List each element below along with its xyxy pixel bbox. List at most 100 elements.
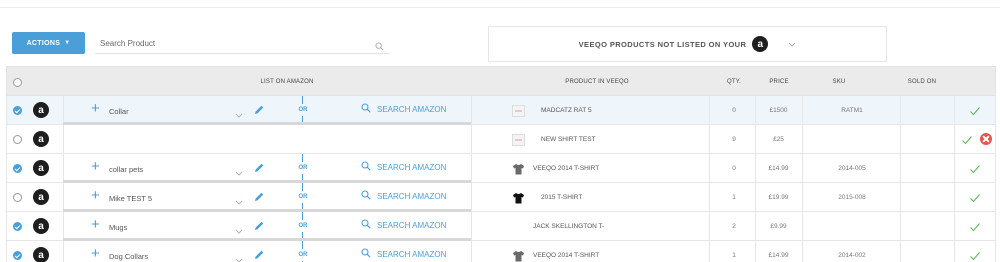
- header-price: PRICE: [769, 79, 789, 85]
- table-row: a + Mike TEST 5 OR SEARCH AMAZON 2015 T-SHIRT…: [6, 183, 996, 212]
- or-label: OR: [298, 223, 308, 229]
- price-cell: £9.99: [770, 223, 787, 230]
- column-divider: [471, 96, 472, 124]
- search-amazon-link[interactable]: SEARCH AMAZON: [361, 161, 446, 173]
- product-name[interactable]: NEW SHIRT TEST: [541, 136, 596, 143]
- search-input[interactable]: [95, 32, 355, 54]
- product-name[interactable]: VEEQO 2014 T-SHIRT: [533, 252, 599, 259]
- column-divider: [471, 212, 472, 240]
- actions-label: ACTIONS: [26, 39, 61, 47]
- product-name[interactable]: JACK SKELLINGTON T-: [533, 223, 604, 230]
- column-divider: [471, 183, 472, 211]
- search-amazon-label: SEARCH AMAZON: [377, 162, 447, 172]
- column-divider: [900, 154, 901, 182]
- chevron-down-icon[interactable]: [235, 251, 243, 262]
- column-divider: [802, 154, 803, 182]
- amazon-listing-cell: + Mike TEST 5 OR SEARCH AMAZON: [63, 183, 471, 212]
- row-checkbox[interactable]: [13, 193, 22, 202]
- checkmark-icon: [961, 133, 973, 151]
- table-row: a + Mugs OR SEARCH AMAZON JACK SKELLINGTON T-…: [6, 212, 996, 241]
- search-amazon-label: SEARCH AMAZON: [377, 249, 447, 259]
- channel-filter[interactable]: VEEQO PRODUCTS NOT LISTED ON YOUR a: [488, 26, 887, 62]
- separator-line: [302, 96, 303, 104]
- column-divider: [471, 154, 472, 182]
- amazon-listing-cell: + Dog Collars OR SEARCH AMAZON: [63, 241, 471, 262]
- price-cell: £1500: [769, 107, 788, 114]
- checkmark-icon: [969, 162, 981, 180]
- qty-cell: 2: [732, 223, 736, 230]
- table-body: a + Collar OR SEARCH AMAZON MADCATZ RAT 5 0 £15…: [6, 96, 996, 262]
- pencil-icon[interactable]: [253, 103, 265, 121]
- column-divider: [709, 241, 710, 262]
- header-qty: QTY.: [726, 79, 742, 85]
- amazon-icon: a: [33, 218, 49, 234]
- or-separator: OR: [293, 96, 313, 125]
- price-cell: £25: [773, 136, 784, 143]
- search-amazon-link[interactable]: SEARCH AMAZON: [361, 248, 446, 260]
- pencil-icon[interactable]: [253, 219, 265, 237]
- column-divider: [709, 183, 710, 211]
- product-name[interactable]: MADCATZ RAT 5: [541, 107, 592, 114]
- search-icon: [361, 248, 371, 260]
- or-label: OR: [298, 194, 308, 200]
- row-checkbox[interactable]: [13, 164, 22, 173]
- column-divider: [802, 183, 803, 211]
- pencil-icon[interactable]: [253, 248, 265, 262]
- row-checkbox[interactable]: [13, 135, 22, 144]
- column-divider: [900, 96, 901, 124]
- search-amazon-link[interactable]: SEARCH AMAZON: [361, 103, 446, 115]
- pencil-icon[interactable]: [253, 161, 265, 179]
- price-cell: £14.99: [768, 165, 789, 172]
- row-checkbox[interactable]: [13, 251, 22, 260]
- product-name[interactable]: 2015 T-SHIRT: [541, 194, 582, 201]
- amazon-icon: a: [33, 247, 49, 262]
- column-divider: [471, 241, 472, 262]
- header-sold-on: SOLD ON: [907, 79, 937, 85]
- table-header: LIST ON AMAZON PRODUCT IN VEEQO QTY. PRI…: [6, 66, 996, 96]
- select-all-checkbox[interactable]: [13, 78, 22, 87]
- tshirt-icon: [512, 162, 525, 175]
- listing-name: collar pets: [109, 165, 144, 174]
- error-icon[interactable]: [980, 133, 992, 145]
- listing-name: Dog Collars: [109, 252, 149, 261]
- table-row: a + Collar OR SEARCH AMAZON MADCATZ RAT 5 0 £15…: [6, 96, 996, 125]
- chevron-down-icon[interactable]: [788, 35, 796, 53]
- header-list-on-amazon: LIST ON AMAZON: [260, 79, 314, 85]
- column-divider: [709, 96, 710, 124]
- or-separator: OR: [293, 183, 313, 212]
- image-placeholder-icon: [512, 104, 525, 117]
- add-icon[interactable]: +: [91, 159, 100, 174]
- add-icon[interactable]: +: [91, 188, 100, 203]
- column-divider: [802, 212, 803, 240]
- search-icon[interactable]: [375, 38, 384, 56]
- search-amazon-link[interactable]: SEARCH AMAZON: [361, 190, 446, 202]
- column-divider: [954, 212, 955, 240]
- search-icon: [361, 190, 371, 202]
- product-name[interactable]: VEEQO 2014 T-SHIRT: [533, 165, 599, 172]
- column-divider: [954, 241, 955, 262]
- column-divider: [900, 125, 901, 153]
- search-amazon-label: SEARCH AMAZON: [377, 220, 447, 230]
- row-checkbox[interactable]: [13, 222, 22, 231]
- column-divider: [802, 125, 803, 153]
- add-icon[interactable]: +: [91, 217, 100, 232]
- listing-name: Mike TEST 5: [109, 194, 153, 203]
- amazon-icon: a: [33, 131, 49, 147]
- checkmark-icon: [969, 191, 981, 209]
- column-divider: [709, 212, 710, 240]
- listing-name: Collar: [109, 107, 129, 116]
- search-amazon-label: SEARCH AMAZON: [377, 191, 447, 201]
- price-cell: £14.99: [768, 252, 789, 259]
- add-icon[interactable]: +: [91, 246, 100, 261]
- search-amazon-link[interactable]: SEARCH AMAZON: [361, 219, 446, 231]
- actions-button[interactable]: ACTIONS ▼: [12, 32, 85, 54]
- row-checkbox[interactable]: [13, 106, 22, 115]
- add-icon[interactable]: +: [91, 101, 100, 116]
- pencil-icon[interactable]: [253, 190, 265, 208]
- amazon-icon: a: [33, 189, 49, 205]
- or-label: OR: [298, 165, 308, 171]
- amazon-icon: a: [752, 36, 769, 52]
- listing-name: Mugs: [109, 223, 128, 232]
- amazon-listing-cell: + Mugs OR SEARCH AMAZON: [63, 212, 471, 241]
- column-divider: [802, 96, 803, 124]
